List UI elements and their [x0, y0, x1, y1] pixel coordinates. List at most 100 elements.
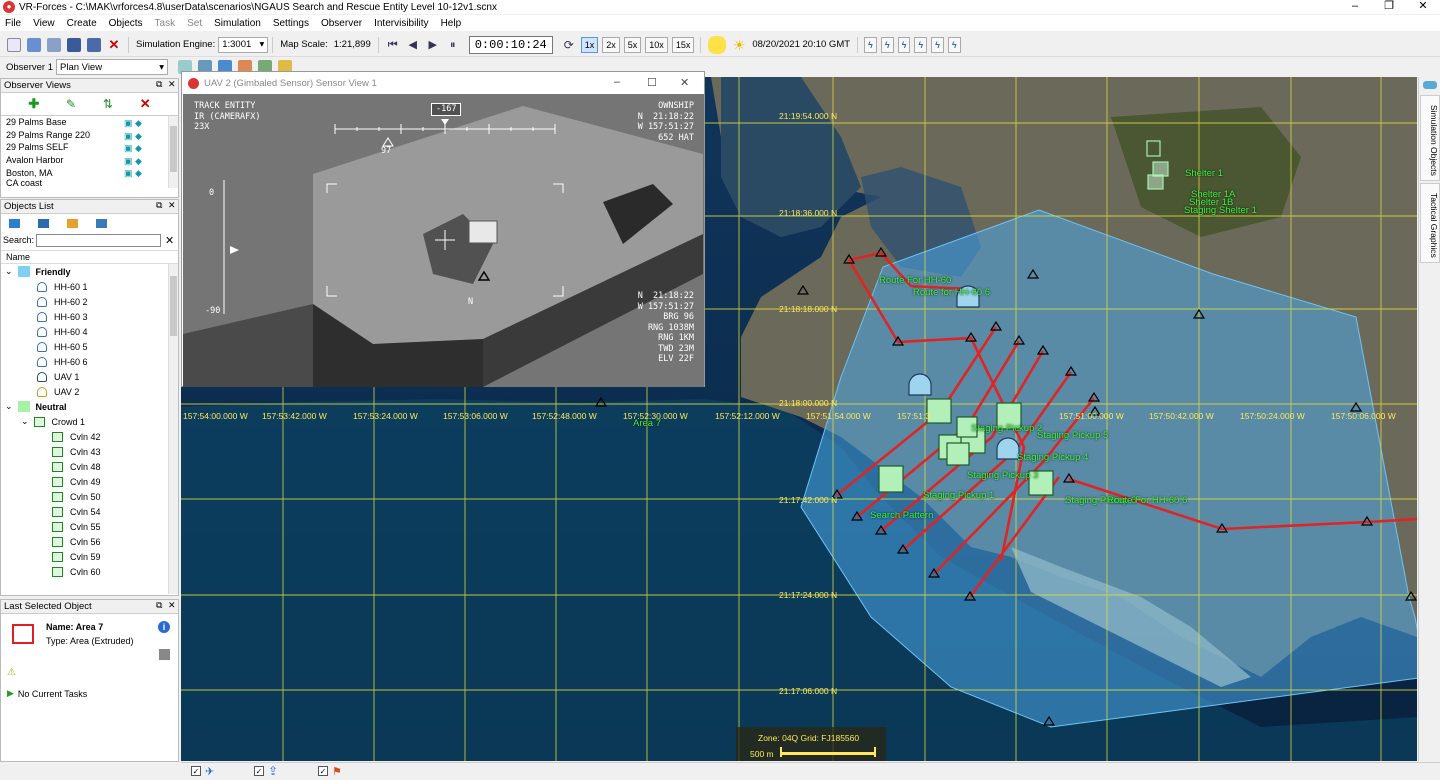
close-button[interactable]: ✕ [1406, 0, 1440, 14]
route-hh60-label[interactable]: Route For HH-60 [879, 275, 951, 286]
tree-item-hh60-1[interactable]: HH-60 1 [1, 279, 178, 294]
staging-pickup-5-label[interactable]: Staging Pickup 5 [1037, 430, 1108, 441]
tree-item-hh60-2[interactable]: HH-60 2 [1, 294, 178, 309]
menu-file[interactable]: File [5, 18, 21, 29]
tab-tactical-graphics[interactable]: Tactical Graphics [1420, 183, 1440, 263]
scroll-thumb[interactable] [170, 126, 177, 172]
tree-item-uav-1[interactable]: UAV 1 [1, 369, 178, 384]
checkbox-graphics-filter[interactable]: ✓ [318, 766, 328, 776]
tree-item-hh60-6[interactable]: HH-60 6 [1, 354, 178, 369]
open-folder-icon[interactable] [27, 37, 41, 52]
edit-icon[interactable] [159, 649, 170, 660]
objects-search-input[interactable] [36, 233, 162, 247]
camera-icon[interactable]: ▣ ◆ [124, 143, 160, 156]
sun-weather-icon[interactable] [708, 35, 727, 54]
new-file-icon[interactable] [7, 37, 21, 52]
pause-icon[interactable]: ⏸ [446, 38, 460, 52]
staging-pickup-3-label[interactable]: Staging Pickup 3 [967, 470, 1038, 481]
save-as-icon[interactable] [87, 37, 101, 52]
shelter-1-label[interactable]: Shelter 1 [1185, 168, 1223, 179]
ir-camera-feed[interactable]: TRACK ENTITY IR (CAMERAFX) 23X OWNSHIP N… [183, 94, 704, 387]
float-panel-icon[interactable]: ⧉ [156, 600, 162, 611]
tree-item-cvln[interactable]: Cvln 49 [1, 474, 178, 489]
save-icon[interactable] [67, 37, 81, 52]
menu-help[interactable]: Help [441, 18, 462, 29]
tab-simulation-objects[interactable]: Simulation Objects [1420, 95, 1440, 181]
tab-simulation-objects-icon[interactable] [9, 218, 20, 228]
checkbox-helicopter-filter[interactable]: ✓ [191, 766, 201, 776]
camera-icon[interactable]: ▣ ◆ [124, 131, 160, 144]
staging-shelter-label[interactable]: Staging Shelter 1 [1184, 205, 1257, 216]
staging-pickup-4-label[interactable]: Staging Pickup 4 [1017, 452, 1088, 463]
staging-pickup-2-label[interactable]: Staging Pickup 2 [971, 423, 1042, 434]
tree-item-cvln[interactable]: Cvln 55 [1, 519, 178, 534]
staging-pickup-1-label[interactable]: Staging Pickup 1 [923, 490, 994, 501]
play-icon[interactable]: ▶ [426, 38, 440, 52]
close-panel-icon[interactable]: ✕ [168, 79, 176, 90]
edit-view-icon[interactable]: ✎ [66, 97, 76, 111]
menu-simulation[interactable]: Simulation [214, 18, 261, 29]
tree-item-cvln[interactable]: Cvln 54 [1, 504, 178, 519]
tree-item-cvln[interactable]: Cvln 43 [1, 444, 178, 459]
menu-set[interactable]: Set [187, 18, 202, 29]
info-icon[interactable]: i [158, 621, 170, 633]
search-pattern-label[interactable]: Search Pattern [870, 510, 933, 521]
tree-group-neutral[interactable]: ⌄ Neutral [1, 399, 178, 414]
speed-5x-button[interactable]: 5x [623, 36, 642, 53]
sensor-view-window[interactable]: UAV 2 (Gimbaled Sensor) Sensor View 1 – … [181, 71, 705, 387]
speed-1x-button[interactable]: 1x [580, 36, 599, 53]
route-hh60-6b-label[interactable]: Route For HH-60 6 [1107, 495, 1187, 506]
float-panel-icon[interactable]: ⧉ [156, 200, 162, 211]
lightning-4-icon[interactable]: ϟ [914, 36, 928, 53]
clear-search-icon[interactable]: ✕ [165, 234, 174, 247]
tree-item-cvln[interactable]: Cvln 42 [1, 429, 178, 444]
tree-item-cvln[interactable]: Cvln 56 [1, 534, 178, 549]
minimize-button[interactable]: – [1338, 0, 1372, 14]
camera-icon[interactable]: ▣ ◆ [124, 168, 160, 181]
area-7-label[interactable]: Area 7 [633, 418, 661, 429]
lightning-1-icon[interactable]: ϟ [864, 36, 877, 53]
lightning-3-icon[interactable]: ϟ [897, 36, 911, 53]
tree-group-friendly[interactable]: ⌄ Friendly [1, 264, 178, 279]
camera-icon[interactable]: ▣ ◆ [124, 156, 160, 169]
delete-view-icon[interactable]: ✕ [140, 96, 151, 112]
menu-settings[interactable]: Settings [273, 18, 309, 29]
goto-view-icon[interactable]: ⇅ [103, 97, 113, 111]
rewind-start-icon[interactable]: ⏮ [386, 38, 400, 52]
objects-tree-scrollbar[interactable] [168, 264, 178, 594]
time-sync-icon[interactable]: ⟳ [562, 38, 576, 52]
camera-icon[interactable]: ▣ ◆ [124, 118, 160, 131]
delete-icon[interactable]: ✕ [107, 37, 121, 52]
menu-objects[interactable]: Objects [109, 18, 143, 29]
sensor-view-titlebar[interactable]: UAV 2 (Gimbaled Sensor) Sensor View 1 – … [182, 72, 704, 94]
copy-icon[interactable] [47, 37, 61, 52]
checkbox-unit-filter[interactable]: ✓ [254, 766, 264, 776]
tree-item-cvln[interactable]: Cvln 50 [1, 489, 178, 504]
tab-hierarchy-icon[interactable] [96, 218, 107, 228]
menu-create[interactable]: Create [67, 18, 97, 29]
float-panel-icon[interactable]: ⧉ [156, 79, 162, 90]
sun-time-icon[interactable]: ☀ [732, 38, 746, 52]
tab-groups-icon[interactable] [38, 218, 49, 228]
maximize-button[interactable]: ❐ [1372, 0, 1406, 14]
route-hh60-6-label[interactable]: Route for HH-60 6 [913, 287, 990, 298]
tab-graphics-icon[interactable] [67, 218, 78, 228]
name-column-header[interactable]: Name [1, 250, 178, 264]
tree-item-cvln[interactable]: Cvln 48 [1, 459, 178, 474]
speed-15x-button[interactable]: 15x [671, 36, 695, 53]
tree-subgroup-crowd[interactable]: ⌄ Crowd 1 [1, 414, 178, 429]
tree-item-cvln[interactable]: Cvln 59 [1, 549, 178, 564]
lightning-2-icon[interactable]: ϟ [880, 36, 894, 53]
tree-item-hh60-4[interactable]: HH-60 4 [1, 324, 178, 339]
menu-intervisibility[interactable]: Intervisibility [374, 18, 428, 29]
tree-item-cvln[interactable]: Cvln 60 [1, 564, 178, 579]
menu-task[interactable]: Task [155, 18, 176, 29]
tree-item-hh60-3[interactable]: HH-60 3 [1, 309, 178, 324]
view-mode-select[interactable]: Plan View ▾ [56, 59, 168, 75]
sim-engine-select[interactable]: 1:3001 ▾ [218, 36, 269, 53]
lightning-6-icon[interactable]: ϟ [947, 36, 961, 53]
map-scale-value[interactable]: 1:21,899 [334, 39, 371, 50]
observer-views-scrollbar[interactable] [168, 116, 178, 188]
close-panel-icon[interactable]: ✕ [168, 600, 176, 611]
menu-view[interactable]: View [33, 18, 55, 29]
